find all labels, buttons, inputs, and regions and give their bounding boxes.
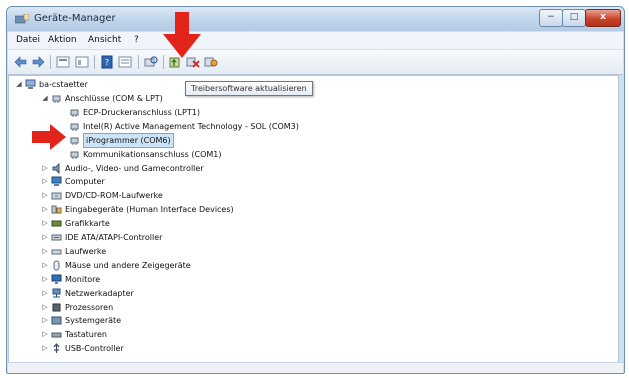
tree-item-label: Eingabegeräte (Human Interface Devices) [65, 205, 234, 215]
maximize-button[interactable]: □ [562, 9, 586, 27]
cpu-icon [52, 303, 61, 311]
expand-icon[interactable]: ▷ [41, 189, 49, 202]
tree-item-label: Anschlüsse (COM & LPT) [65, 94, 163, 103]
menu-datei[interactable]: Datei [16, 35, 40, 45]
tree-item-label: Tastaturen [65, 330, 107, 340]
expand-icon[interactable]: ▷ [41, 203, 49, 216]
tree-item-label: Netzwerkadapter [65, 288, 134, 298]
window-title: Geräte-Manager [34, 13, 116, 24]
port-icon [52, 95, 61, 103]
list-view-icon[interactable] [118, 55, 132, 69]
tree-item-label: Systemgeräte [65, 316, 122, 326]
hid-icon [51, 205, 62, 214]
collapse-icon[interactable]: ◢ [15, 78, 23, 91]
collapse-icon[interactable]: ◢ [41, 92, 49, 105]
port-icon [70, 137, 79, 145]
network-icon [52, 288, 61, 298]
help-book-icon[interactable]: ? [100, 55, 114, 69]
red-arrow-down-icon [163, 12, 201, 58]
expand-icon[interactable]: ▷ [41, 328, 49, 341]
disable-device-icon[interactable] [204, 55, 218, 69]
device-manager-window: Geräte-Manager − □ x Datei Aktion Ansich… [6, 6, 625, 374]
menu-ansicht[interactable]: Ansicht [88, 35, 121, 45]
tree-item-label: Monitore [65, 274, 101, 284]
dvd-icon [51, 192, 62, 200]
expand-icon[interactable]: ▷ [41, 231, 49, 244]
tree-root-label: ba-cstaetter [39, 80, 88, 89]
menu-bar: Datei Aktion Ansicht ? [8, 32, 623, 49]
tooltip: Treibersoftware aktualisieren [185, 81, 313, 96]
port-icon [70, 123, 79, 131]
close-button[interactable]: x [585, 9, 621, 27]
audio-icon [52, 162, 60, 174]
display-adapter-icon [51, 220, 62, 227]
port-icon [70, 109, 79, 117]
menu-help[interactable]: ? [134, 35, 139, 45]
computer-icon [25, 79, 36, 89]
monitor-icon [51, 274, 62, 284]
tree-item-label: Laufwerke [65, 246, 107, 256]
expand-icon[interactable]: ▷ [41, 342, 49, 355]
tree-item-label: Mäuse und andere Zeigegeräte [65, 260, 191, 270]
system-icon [51, 316, 62, 325]
tree-item-label: Kommunikationsanschluss (COM1) [83, 149, 222, 159]
back-arrow-icon[interactable] [14, 55, 28, 69]
view-icon[interactable] [75, 55, 89, 69]
expand-icon[interactable]: ▷ [41, 217, 49, 230]
device-manager-icon [15, 14, 29, 24]
tree-item-label: USB-Controller [65, 344, 124, 354]
red-arrow-right-icon [32, 124, 66, 150]
menu-aktion[interactable]: Aktion [48, 35, 77, 45]
tree-item-label: ECP-Druckeranschluss (LPT1) [83, 107, 200, 117]
forward-arrow-icon[interactable] [31, 55, 45, 69]
properties-icon[interactable] [56, 55, 70, 69]
expand-icon[interactable]: ▷ [41, 245, 49, 258]
expand-icon[interactable]: ▷ [41, 175, 49, 188]
minimize-button[interactable]: − [539, 9, 563, 27]
svg-text:?: ? [105, 58, 109, 67]
status-bar [8, 362, 623, 373]
tree-item-label: Intel(R) Active Management Technology - … [83, 121, 299, 131]
expand-icon[interactable]: ▷ [41, 162, 49, 175]
ide-icon [51, 234, 62, 241]
device-tree[interactable]: ◢ ba-cstaetter ◢ Anschlüsse (COM & LPT) EC… [8, 75, 619, 363]
tree-item-label: Audio-, Video- und Gamecontroller [65, 163, 204, 173]
tree-item-label: Computer [65, 177, 105, 187]
tree-item-label: DVD/CD-ROM-Laufwerke [65, 191, 163, 201]
keyboard-icon [51, 332, 62, 338]
toolbar: ? [8, 50, 623, 75]
expand-icon[interactable]: ▷ [41, 273, 49, 286]
computer-icon [51, 176, 62, 187]
tree-item-label: Grafikkarte [65, 219, 110, 229]
tree-item-label: IDE ATA/ATAPI-Controller [65, 233, 163, 242]
expand-icon[interactable]: ▷ [41, 259, 49, 272]
tree-item-label: iProgrammer (COM6) [83, 132, 174, 148]
drive-icon [51, 249, 62, 255]
expand-icon[interactable]: ▷ [41, 301, 49, 314]
title-bar[interactable]: Geräte-Manager − □ x [7, 7, 624, 31]
scan-hardware-icon[interactable] [144, 55, 158, 69]
usb-icon [53, 343, 60, 354]
mouse-icon [53, 260, 60, 271]
expand-icon[interactable]: ▷ [41, 287, 49, 300]
tree-item-label: Prozessoren [65, 302, 114, 312]
expand-icon[interactable]: ▷ [41, 314, 49, 327]
port-icon [70, 151, 79, 159]
